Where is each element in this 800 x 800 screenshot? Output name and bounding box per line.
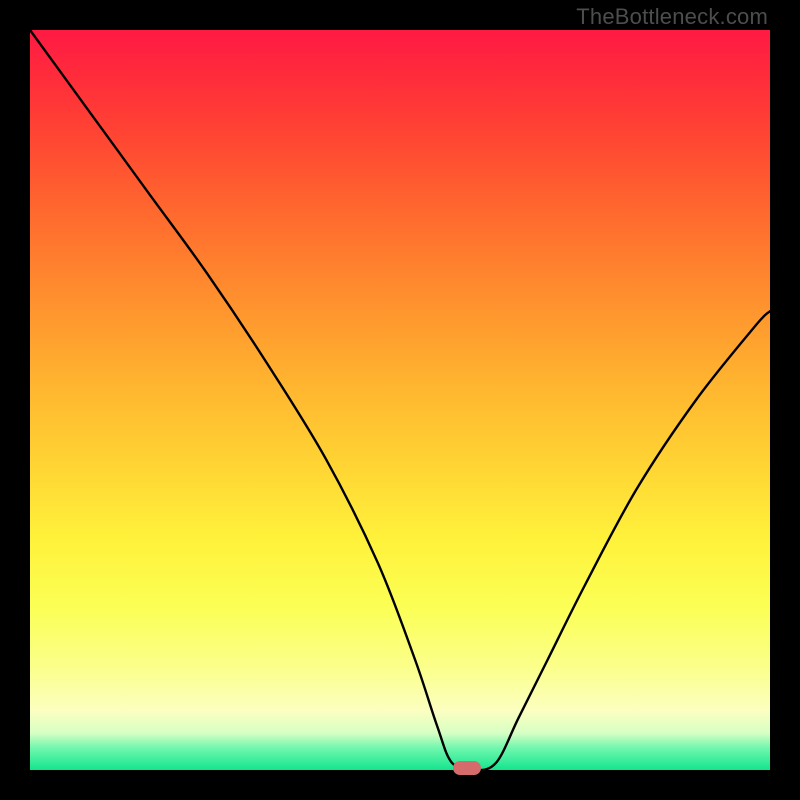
chart-frame: TheBottleneck.com — [0, 0, 800, 800]
watermark-text: TheBottleneck.com — [576, 4, 768, 30]
line-plot-svg — [0, 0, 800, 800]
optimum-marker — [453, 761, 481, 775]
bottleneck-curve — [30, 30, 770, 770]
